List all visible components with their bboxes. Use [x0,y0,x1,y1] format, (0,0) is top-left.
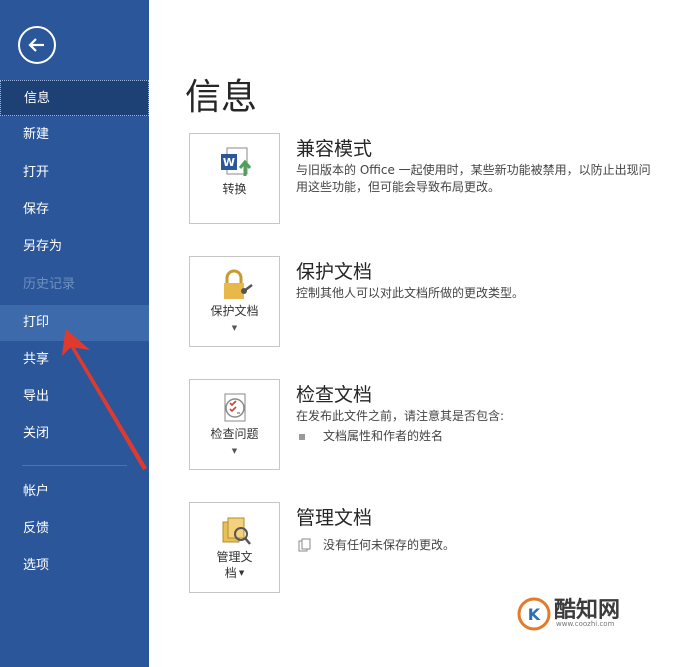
protect-document-title: 保护文档 [296,261,373,283]
inspect-document-title: 检查文档 [296,384,373,406]
svg-text:W: W [223,156,235,169]
protect-document-button-label: 保护文档 [210,304,259,318]
convert-button[interactable]: W 转换 [189,133,280,224]
dropdown-caret-icon: ▼ [231,447,238,455]
coozhi-logo-icon: K [517,597,551,631]
compat-mode-desc-line2: 用这些功能，但可能会导致布局更改。 [296,180,501,194]
inspect-document-icon [224,393,246,422]
compat-mode-title: 兼容模式 [296,138,373,160]
check-issues-button[interactable]: 检查问题 ▼ [189,379,280,470]
document-versions-icon [298,538,311,552]
dropdown-caret-icon: ▼ [231,324,238,332]
svg-text:K: K [528,605,541,624]
watermark-url: www.coozhi.com [556,620,615,628]
protect-document-button[interactable]: 保护文档 ▼ [189,256,280,347]
word-convert-icon: W [221,147,252,176]
convert-button-label: 转换 [222,182,247,196]
watermark: K 酷知网 www.coozhi.com [510,590,658,636]
dropdown-caret-icon: ▼ [236,569,245,577]
check-issues-button-label: 检查问题 [210,427,259,441]
inspect-document-bullet-text: 文档属性和作者的姓名 [323,429,444,443]
protect-document-desc: 控制其他人可以对此文档所做的更改类型。 [296,286,525,300]
manage-document-button-label-line2: 档 ▼ [224,566,245,580]
manage-document-icon [222,517,251,545]
compat-mode-desc-line1: 与旧版本的 Office 一起使用时，某些新功能被禁用，以防止出现问 [296,163,651,177]
inspect-document-desc: 在发布此文件之前，请注意其是否包含: [296,409,505,423]
manage-document-desc: 没有任何未保存的更改。 [323,538,456,552]
manage-document-title: 管理文档 [296,507,373,529]
manage-document-button-label-line1: 管理文 [216,550,253,564]
page-title: 信息 [185,77,258,118]
annotation-arrow [62,329,147,470]
manage-document-button[interactable]: 管理文 档 ▼ [189,502,280,593]
bullet-icon [299,434,305,440]
lock-icon [224,269,253,299]
